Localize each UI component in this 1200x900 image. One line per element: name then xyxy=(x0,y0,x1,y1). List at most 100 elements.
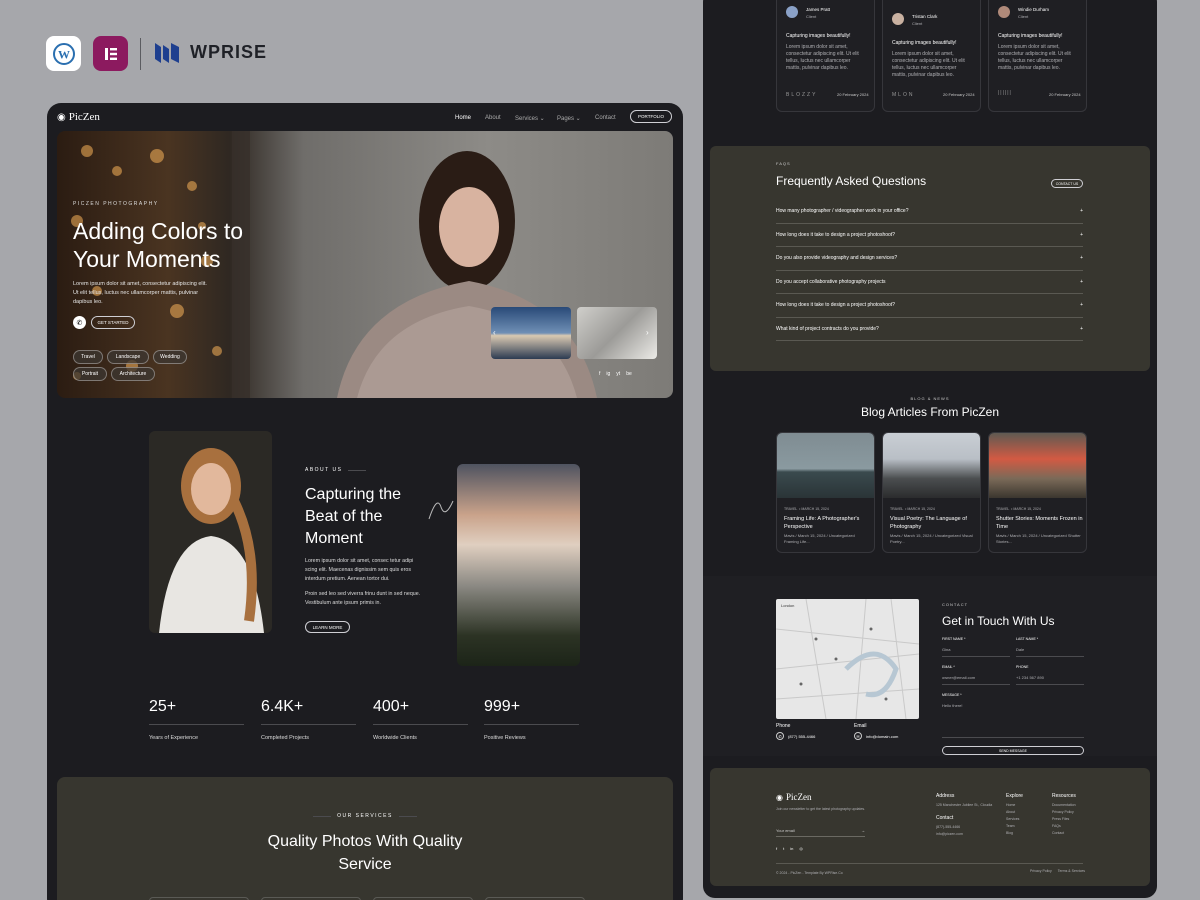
footer-link[interactable]: Press Files xyxy=(1052,816,1076,823)
blog-card[interactable]: TRAVEL • MARCH 15, 2024 Shutter Stories:… xyxy=(988,432,1087,553)
faq-item[interactable]: How long does it take to design a projec… xyxy=(776,294,1083,318)
terms-link[interactable]: Terms & Services xyxy=(1058,868,1085,875)
learn-more-button[interactable]: LEARN MORE xyxy=(305,621,350,633)
avatar xyxy=(892,13,904,25)
footer-link[interactable]: Blog xyxy=(1006,830,1019,837)
map-image[interactable]: London xyxy=(776,599,919,719)
footer-phone: (877)-555-4466 xyxy=(936,825,961,829)
footer-description: Join our newsletter to get the latest ph… xyxy=(776,807,866,811)
stat-projects: 6.4K+ Completed Projects xyxy=(261,698,356,741)
next-arrow-icon[interactable]: › xyxy=(646,328,649,337)
footer-explore-list: Home About Services Team Blog xyxy=(1006,802,1019,837)
faq-item[interactable]: How many photographer / videographer wor… xyxy=(776,200,1083,224)
instagram-icon[interactable]: ig xyxy=(606,371,610,377)
blog-meta-tag: TRAVEL • MARCH 15, 2024 xyxy=(996,507,1041,511)
blog-post-meta: Mavis / March 15, 2024 / Uncategorized S… xyxy=(996,533,1081,544)
send-message-button[interactable]: SEND MESSAGE xyxy=(942,746,1084,755)
tag-landscape[interactable]: Landscape xyxy=(107,350,149,364)
prev-arrow-icon[interactable]: ‹ xyxy=(493,328,496,337)
email-row: ✉ info@domain.com xyxy=(854,732,898,740)
footer-logo[interactable]: ◉ PicZen xyxy=(776,792,811,802)
nav-services[interactable]: Services ⌄ xyxy=(515,115,557,122)
blog-meta-tag: TRAVEL • MARCH 15, 2024 xyxy=(784,507,829,511)
blog-card[interactable]: TRAVEL • MARCH 15, 2024 Visual Poetry: T… xyxy=(882,432,981,553)
contact-section: London Phone ✆ (877) 555-4466 Email ✉ in… xyxy=(703,576,1157,756)
tag-travel[interactable]: Travel xyxy=(73,350,103,364)
facebook-icon[interactable]: f xyxy=(776,846,777,851)
testimonial-row: James Pratt Client Capturing images beau… xyxy=(776,0,1087,112)
twitter-icon[interactable]: t xyxy=(783,846,784,851)
last-name-field[interactable]: LAST NAME * Dale xyxy=(1016,636,1084,657)
hero-phone-icon[interactable]: ✆ xyxy=(73,316,86,329)
testimonial-title: Capturing images beautifully! xyxy=(892,40,957,46)
elementor-logo xyxy=(93,36,128,71)
hero-title: Adding Colors to Your Moments xyxy=(73,218,244,272)
blog-card[interactable]: TRAVEL • MARCH 15, 2024 Framing Life: A … xyxy=(776,432,875,553)
youtube-icon[interactable]: yt xyxy=(616,371,620,377)
phone-field[interactable]: PHONE +1 234 567 890 xyxy=(1016,664,1084,685)
contact-eyebrow: CONTACT xyxy=(942,602,969,607)
footer-link[interactable]: Documentation xyxy=(1052,802,1076,809)
footer-link[interactable]: Contact xyxy=(1052,830,1076,837)
testimonial-card: Tristan Clark Client Capturing images be… xyxy=(882,0,981,112)
about-paragraph-2: Proin sed leo sed viverra frinu dunt in … xyxy=(305,591,421,606)
phone-icon: ✆ xyxy=(776,732,784,740)
arrow-right-icon[interactable]: → xyxy=(861,828,865,833)
nav-contact[interactable]: Contact xyxy=(595,115,625,122)
tag-architecture[interactable]: Architecture xyxy=(111,367,155,381)
faq-item[interactable]: Do you also provide videography and desi… xyxy=(776,247,1083,271)
footer-link[interactable]: Services xyxy=(1006,816,1019,823)
hero-description: Lorem ipsum dolor sit amet, consectetur … xyxy=(73,281,207,305)
contact-title: Get in Touch With Us xyxy=(942,614,1055,628)
nav-about[interactable]: About xyxy=(485,115,515,122)
get-started-button[interactable]: GET STARTED xyxy=(91,316,135,329)
contact-us-button[interactable]: CONTACT US xyxy=(1051,179,1083,188)
footer-link[interactable]: FAQs xyxy=(1052,823,1076,830)
faq-title: Frequently Asked Questions xyxy=(776,174,927,188)
testimonial-card: James Pratt Client Capturing images beau… xyxy=(776,0,875,112)
testimonial-text: Lorem ipsum dolor sit amet, consectetur … xyxy=(786,44,859,71)
faq-item[interactable]: How long does it take to design a projec… xyxy=(776,224,1083,247)
nav-pages[interactable]: Pages ⌄ xyxy=(557,115,595,122)
services-section: OUR SERVICES Quality Photos With Quality… xyxy=(57,777,673,900)
faq-item[interactable]: Do you accept collaborative photography … xyxy=(776,271,1083,294)
footer-link[interactable]: Team xyxy=(1006,823,1019,830)
footer-email: info@piczen.com xyxy=(936,832,963,836)
footer-link[interactable]: Home xyxy=(1006,802,1019,809)
message-field[interactable]: MESSAGE * Hello there! xyxy=(942,692,1084,738)
blog-post-title[interactable]: Shutter Stories: Moments Frozen in Time xyxy=(996,515,1084,531)
tag-wedding[interactable]: Wedding xyxy=(153,350,187,364)
newsletter-input[interactable]: Your email → xyxy=(776,828,865,837)
email-field[interactable]: EMAIL * owner@email.com xyxy=(942,664,1010,685)
about-eyebrow: ABOUT US xyxy=(305,467,367,473)
footer-link[interactable]: Privacy Policy xyxy=(1052,809,1076,816)
instagram-icon[interactable]: ◎ xyxy=(799,846,803,851)
faq-item[interactable]: What kind of project contracts do you pr… xyxy=(776,318,1083,341)
right-page-mockup: James Pratt Client Capturing images beau… xyxy=(703,0,1157,898)
blog-post-title[interactable]: Visual Poetry: The Language of Photograp… xyxy=(890,515,978,531)
behance-icon[interactable]: be xyxy=(626,371,632,377)
blog-image xyxy=(777,433,874,498)
footer-link[interactable]: About xyxy=(1006,809,1019,816)
blog-title: Blog Articles From PicZen xyxy=(860,405,1000,419)
facebook-icon[interactable]: f xyxy=(599,371,600,377)
stat-value: 999+ xyxy=(484,698,521,715)
linkedin-icon[interactable]: in xyxy=(790,846,793,851)
site-logo[interactable]: ◉ PicZen xyxy=(57,111,100,123)
portfolio-button[interactable]: PORTFOLIO xyxy=(630,110,672,123)
blog-image xyxy=(883,433,980,498)
testimonial-text: Lorem ipsum dolor sit amet, consectetur … xyxy=(892,51,965,78)
faq-list: How many photographer / videographer wor… xyxy=(776,200,1083,341)
testimonial-brand-logo: BLOZZY xyxy=(786,92,818,98)
first-name-field[interactable]: FIRST NAME * Gina xyxy=(942,636,1010,657)
privacy-policy-link[interactable]: Privacy Policy xyxy=(1030,868,1052,875)
nav-home[interactable]: Home xyxy=(455,115,485,122)
blog-post-title[interactable]: Framing Life: A Photographer's Perspecti… xyxy=(784,515,872,531)
testimonial-title: Capturing images beautifully! xyxy=(998,33,1063,39)
stat-label: Positive Reviews xyxy=(484,735,526,741)
eyebrow-line xyxy=(313,815,332,817)
hero-thumbnail-ocean[interactable] xyxy=(491,307,571,359)
hero-section: PICZEN PHOTOGRAPHY Adding Colors to Your… xyxy=(57,131,673,398)
hero-thumbnail-architecture[interactable] xyxy=(577,307,657,359)
tag-portrait[interactable]: Portrait xyxy=(73,367,107,381)
